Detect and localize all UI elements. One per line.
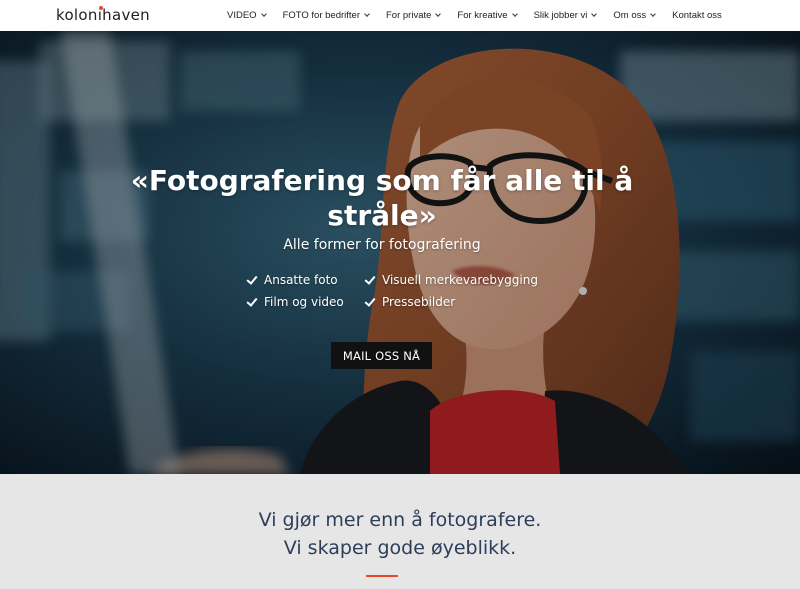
feature-item: Ansatte foto bbox=[246, 272, 364, 289]
site-logo[interactable]: kolonıhavenkolonihaven bbox=[56, 6, 150, 24]
nav-item-label: Slik jobber vi bbox=[533, 10, 588, 21]
feature-label: Ansatte foto bbox=[264, 273, 338, 287]
nav-item-slik-jobber-vi[interactable]: Slik jobber vi bbox=[533, 10, 598, 21]
feature-list: Ansatte foto Visuell merkevarebygging Fi… bbox=[246, 272, 564, 311]
site-header: kolonıhavenkolonihaven VIDEO FOTO for be… bbox=[0, 0, 800, 31]
chevron-down-icon bbox=[364, 11, 370, 17]
chevron-down-icon bbox=[591, 11, 598, 17]
chevron-down-icon bbox=[650, 11, 656, 17]
logo-accent-dot-icon bbox=[98, 6, 103, 10]
logo-letter-i: ı bbox=[97, 6, 103, 24]
logo-text-part: haven bbox=[102, 6, 150, 24]
chevron-down-icon bbox=[260, 11, 267, 17]
hero-subtitle: Alle former for fotografering bbox=[283, 237, 481, 253]
nav-item-label: Om oss bbox=[613, 10, 647, 21]
nav-item-kontakt-oss[interactable]: Kontakt oss bbox=[672, 10, 722, 21]
nav-item-for-kreative[interactable]: For kreative bbox=[457, 10, 518, 21]
feature-label: Film og video bbox=[264, 295, 344, 309]
nav-item-label: Kontakt oss bbox=[672, 10, 722, 21]
check-icon bbox=[246, 294, 258, 307]
nav-item-for-private[interactable]: For private bbox=[386, 10, 442, 21]
check-icon bbox=[246, 272, 258, 285]
intro-heading-line-2: Vi skaper gode øyeblikk. bbox=[283, 537, 517, 559]
nav-item-label: For private bbox=[386, 10, 432, 21]
accent-divider bbox=[366, 575, 398, 577]
logo-text-part: kolon bbox=[56, 6, 98, 24]
nav-item-video[interactable]: VIDEO bbox=[227, 10, 267, 21]
hero-content: «Fotografering som får alle til å stråle… bbox=[0, 31, 800, 474]
check-icon bbox=[364, 272, 376, 285]
feature-item: Film og video bbox=[246, 294, 364, 311]
nav-item-label: For kreative bbox=[457, 10, 508, 21]
nav-item-foto-for-bedrifter[interactable]: FOTO for bedrifter bbox=[282, 10, 370, 21]
feature-item: Pressebilder bbox=[364, 294, 564, 311]
check-icon bbox=[364, 294, 376, 307]
feature-label: Visuell merkevarebygging bbox=[382, 273, 538, 287]
intro-heading-line-1: Vi gjør mer enn å fotografere. bbox=[258, 509, 542, 531]
chevron-down-icon bbox=[435, 11, 442, 17]
nav-item-label: FOTO for bedrifter bbox=[282, 10, 360, 21]
feature-item: Visuell merkevarebygging bbox=[364, 272, 564, 289]
chevron-down-icon bbox=[511, 11, 518, 17]
main-nav: VIDEO FOTO for bedrifter For private For… bbox=[227, 0, 722, 31]
hero-section: «Fotografering som får alle til å stråle… bbox=[0, 31, 800, 474]
feature-label: Pressebilder bbox=[382, 295, 456, 309]
hero-title: «Fotografering som får alle til å stråle… bbox=[130, 164, 634, 232]
nav-item-om-oss[interactable]: Om oss bbox=[613, 10, 656, 21]
nav-item-label: VIDEO bbox=[227, 10, 257, 21]
intro-section: Vi gjør mer enn å fotografere. Vi skaper… bbox=[0, 474, 800, 589]
mail-oss-button[interactable]: MAIL OSS NÅ bbox=[331, 342, 432, 369]
